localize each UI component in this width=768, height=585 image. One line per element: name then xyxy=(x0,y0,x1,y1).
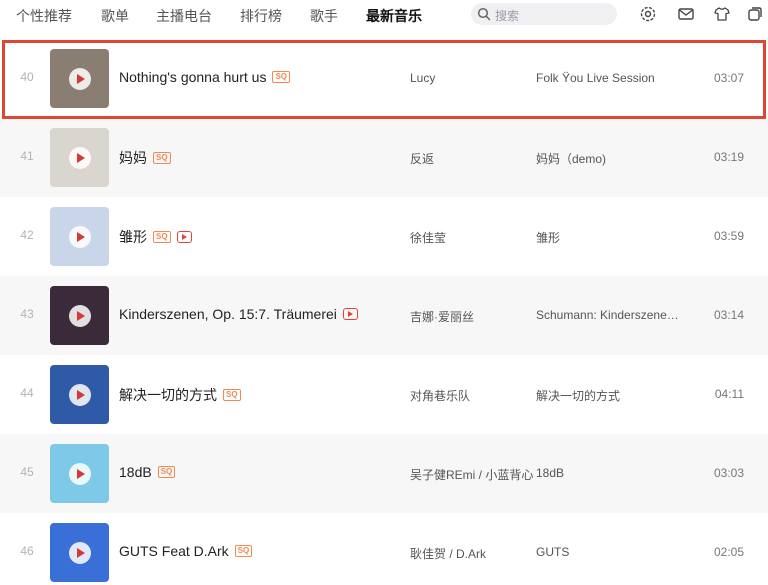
selection-highlight-box xyxy=(2,40,766,119)
song-title-cell: 解决一切的方式 SQ xyxy=(119,385,241,405)
song-album[interactable]: 解决一切的方式 xyxy=(536,387,620,404)
sq-badge: SQ xyxy=(234,545,253,557)
song-album[interactable]: 妈妈（demo) xyxy=(536,150,606,167)
play-icon[interactable] xyxy=(69,147,91,169)
tab-artists[interactable]: 歌手 xyxy=(310,6,338,26)
song-title[interactable]: 雏形 xyxy=(119,227,147,247)
song-index: 45 xyxy=(20,465,34,479)
album-cover[interactable] xyxy=(50,523,109,582)
song-artist[interactable]: 耿佳贺 / D.Ark xyxy=(410,545,486,562)
song-index: 44 xyxy=(20,386,34,400)
sq-badge: SQ xyxy=(223,389,241,401)
song-title-cell: GUTS Feat D.Ark SQ xyxy=(119,543,253,559)
play-icon[interactable] xyxy=(69,226,91,248)
album-cover[interactable] xyxy=(50,128,109,187)
song-artist[interactable]: 吴子健REmi / 小蓝背心 xyxy=(410,466,533,483)
mv-icon[interactable] xyxy=(176,231,192,243)
top-navigation-bar: 个性推荐 歌单 主播电台 排行榜 歌手 最新音乐 搜索 xyxy=(0,0,768,32)
song-title[interactable]: Kinderszenen, Op. 15:7. Träumerei xyxy=(119,306,337,322)
song-artist[interactable]: 反返 xyxy=(410,150,434,167)
song-row[interactable]: 46 GUTS Feat D.Ark SQ 耿佳贺 / D.Ark GUTS 02:05 xyxy=(0,513,768,585)
song-index: 46 xyxy=(20,544,34,558)
tab-radio[interactable]: 主播电台 xyxy=(156,6,212,26)
song-index: 41 xyxy=(20,149,34,163)
tab-recommend[interactable]: 个性推荐 xyxy=(16,6,72,26)
song-album[interactable]: 18dB xyxy=(536,466,564,480)
song-title[interactable]: GUTS Feat D.Ark xyxy=(119,543,229,559)
play-icon[interactable] xyxy=(69,305,91,327)
play-icon[interactable] xyxy=(69,463,91,485)
tab-charts[interactable]: 排行榜 xyxy=(240,6,282,26)
song-artist[interactable]: 徐佳莹 xyxy=(410,229,446,246)
song-duration: 03:14 xyxy=(713,308,744,322)
tab-new-music[interactable]: 最新音乐 xyxy=(366,6,422,26)
album-cover[interactable] xyxy=(50,286,109,345)
search-input[interactable]: 搜索 xyxy=(471,3,617,25)
song-index: 43 xyxy=(20,307,34,321)
song-row[interactable]: 45 18dB SQ 吴子健REmi / 小蓝背心 18dB 03:03 xyxy=(0,434,768,513)
song-title[interactable]: 18dB xyxy=(119,464,152,480)
gear-icon[interactable] xyxy=(639,5,657,23)
song-row[interactable]: 43 Kinderszenen, Op. 15:7. Träumerei 吉娜·爱丽… xyxy=(0,276,768,355)
song-title[interactable]: 解决一切的方式 xyxy=(119,385,217,405)
song-artist[interactable]: 吉娜·爱丽丝 xyxy=(410,308,474,325)
sq-badge: SQ xyxy=(153,152,171,164)
song-duration: 04:11 xyxy=(714,387,744,401)
song-artist[interactable]: 对角巷乐队 xyxy=(410,387,470,404)
song-album[interactable]: GUTS xyxy=(536,545,569,559)
sq-badge: SQ xyxy=(153,231,171,243)
search-icon xyxy=(477,7,491,21)
album-cover[interactable] xyxy=(50,444,109,503)
song-title[interactable]: 妈妈 xyxy=(119,148,147,168)
play-icon[interactable] xyxy=(69,542,91,564)
search-placeholder: 搜索 xyxy=(495,9,520,23)
song-album[interactable]: Schumann: Kinderszene… xyxy=(536,308,679,322)
song-index: 42 xyxy=(20,228,34,242)
tab-playlists[interactable]: 歌单 xyxy=(101,6,129,26)
mv-icon[interactable] xyxy=(342,308,358,320)
mini-window-icon[interactable] xyxy=(746,5,764,23)
song-title-cell: 雏形 SQ xyxy=(119,227,192,247)
song-title-cell: Kinderszenen, Op. 15:7. Träumerei xyxy=(119,306,358,322)
song-duration: 03:59 xyxy=(713,229,744,243)
song-duration: 03:19 xyxy=(713,150,744,164)
album-cover[interactable] xyxy=(50,365,109,424)
song-duration: 02:05 xyxy=(713,545,744,559)
sq-badge: SQ xyxy=(157,466,176,478)
song-row[interactable]: 41 妈妈 SQ 反返 妈妈（demo) 03:19 xyxy=(0,118,768,197)
shirt-icon[interactable] xyxy=(713,5,731,23)
song-row[interactable]: 44 解决一切的方式 SQ 对角巷乐队 解决一切的方式 04:11 xyxy=(0,355,768,434)
song-row[interactable]: 42 雏形 SQ 徐佳莹 雏形 03:59 xyxy=(0,197,768,276)
song-duration: 03:03 xyxy=(713,466,744,480)
song-album[interactable]: 雏形 xyxy=(536,229,560,246)
play-icon[interactable] xyxy=(69,384,91,406)
song-title-cell: 妈妈 SQ xyxy=(119,148,171,168)
album-cover[interactable] xyxy=(50,207,109,266)
mail-icon[interactable] xyxy=(677,5,695,23)
song-title-cell: 18dB SQ xyxy=(119,464,176,480)
